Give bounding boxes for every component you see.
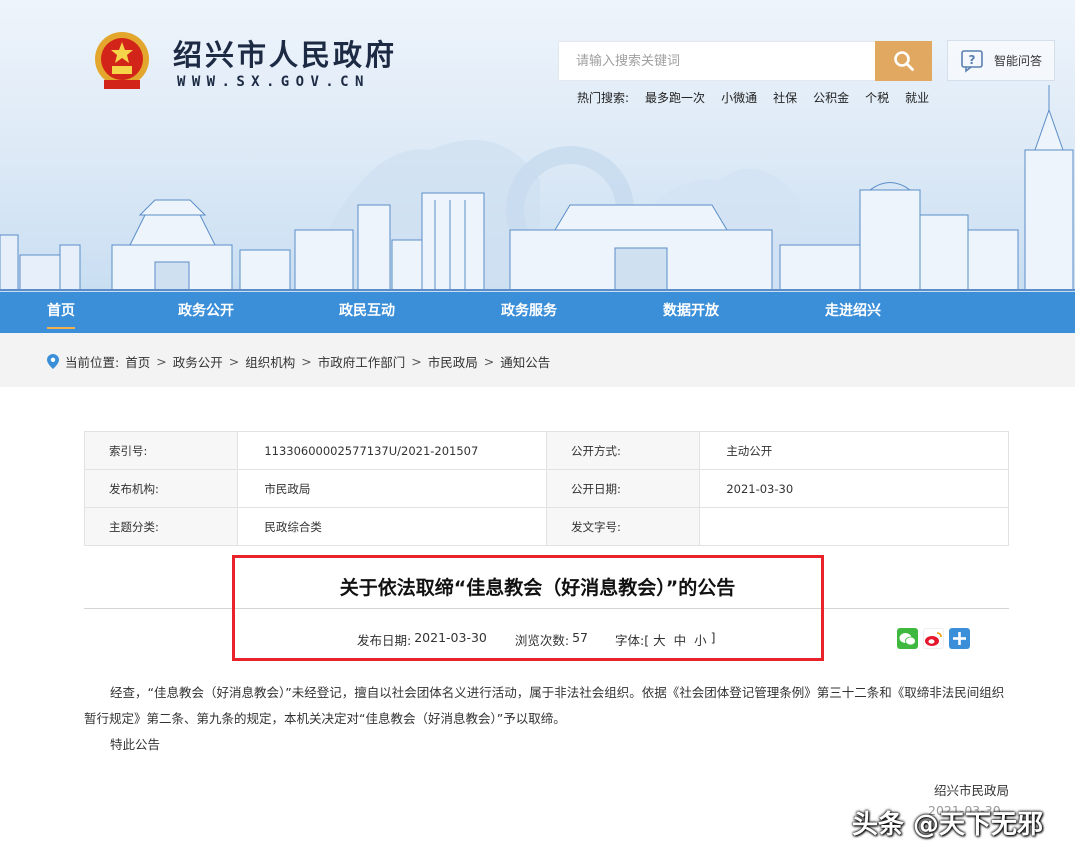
breadcrumb-separator: >: [301, 354, 312, 369]
breadcrumb-item[interactable]: 首页: [125, 352, 150, 371]
info-key: 主题分类:: [83, 507, 239, 546]
question-chat-icon: ?: [961, 49, 983, 73]
breadcrumb-separator: >: [411, 354, 422, 369]
hot-search-label: 热门搜索:: [577, 91, 630, 105]
main-nav: 首页 政务公开 政民互动 政务服务 数据开放 走进绍兴: [0, 292, 1075, 333]
hot-searches: 热门搜索: 最多跑一次 小微通 社保 公积金 个税 就业: [577, 89, 929, 106]
weibo-share-button[interactable]: [923, 628, 944, 649]
breadcrumb: 当前位置: 首页 > 政务公开 > 组织机构 > 市政府工作部门 > 市民政局 …: [47, 352, 550, 371]
search-input[interactable]: [559, 42, 875, 80]
header-banner: 绍兴市人民政府 WWW.SX.GOV.CN ? 智能问答 热门搜索: 最多跑一次…: [0, 0, 1075, 292]
plus-icon: [953, 632, 966, 645]
national-emblem-logo: [95, 32, 149, 89]
breadcrumb-item[interactable]: 组织机构: [245, 352, 295, 371]
breadcrumb-item[interactable]: 政务公开: [173, 352, 223, 371]
nav-home[interactable]: 首页: [47, 292, 75, 333]
info-key: 公开日期:: [545, 469, 701, 508]
search-box: [558, 41, 876, 81]
site-url: WWW.SX.GOV.CN: [177, 74, 370, 90]
info-value-doc-number: [699, 507, 1009, 546]
document-info-table: 索引号: 11330600002577137U/2021-201507 公开方式…: [83, 431, 1009, 546]
smart-qa-button[interactable]: ? 智能问答: [947, 40, 1055, 81]
breadcrumb-item[interactable]: 市政府工作部门: [318, 352, 406, 371]
breadcrumb-separator: >: [156, 354, 167, 369]
hot-search-item[interactable]: 最多跑一次: [645, 89, 705, 106]
nav-interaction[interactable]: 政民互动: [339, 292, 395, 333]
hot-search-item[interactable]: 就业: [905, 89, 929, 106]
info-key: 索引号:: [83, 431, 239, 470]
info-key: 公开方式:: [545, 431, 701, 470]
weibo-icon: [925, 631, 942, 646]
more-share-button[interactable]: [949, 628, 970, 649]
info-value-index: 11330600002577137U/2021-201507: [237, 431, 547, 470]
search-button[interactable]: [875, 41, 932, 81]
wechat-share-button[interactable]: [897, 628, 918, 649]
info-value-date: 2021-03-30: [699, 469, 1009, 508]
nav-services[interactable]: 政务服务: [501, 292, 557, 333]
site-title[interactable]: 绍兴市人民政府: [173, 32, 397, 74]
hot-search-item[interactable]: 个税: [865, 89, 889, 106]
hot-search-item[interactable]: 公积金: [813, 89, 849, 106]
article-signature: 绍兴市民政局: [934, 783, 1010, 798]
table-row: 索引号: 11330600002577137U/2021-201507 公开方式…: [83, 431, 1009, 470]
wechat-icon: [899, 632, 916, 645]
watermark: 头条 @天下无邪: [852, 810, 1044, 840]
table-row: 主题分类: 民政综合类 发文字号:: [83, 507, 1009, 546]
breadcrumb-bar: 当前位置: 首页 > 政务公开 > 组织机构 > 市政府工作部门 > 市民政局 …: [0, 333, 1075, 387]
info-key: 发布机构:: [83, 469, 239, 508]
breadcrumb-item[interactable]: 通知公告: [500, 352, 550, 371]
nav-open-data[interactable]: 数据开放: [663, 292, 719, 333]
article-body: 经查，“佳息教会（好消息教会）”未经登记，擅自以社会团体名义进行活动，属于非法社…: [84, 680, 1014, 758]
hot-search-item[interactable]: 小微通: [721, 89, 757, 106]
search-icon: [893, 51, 914, 71]
breadcrumb-separator: >: [228, 354, 240, 369]
highlight-annotation-box: [232, 555, 824, 661]
info-value-open-method: 主动公开: [699, 431, 1009, 470]
breadcrumb-separator: >: [483, 354, 495, 369]
location-pin-icon: [47, 354, 59, 369]
smart-qa-label: 智能问答: [994, 54, 1043, 68]
breadcrumb-item[interactable]: 市民政局: [428, 352, 478, 371]
nav-government-affairs[interactable]: 政务公开: [178, 292, 234, 333]
nav-about-shaoxing[interactable]: 走进绍兴: [825, 292, 881, 333]
article-paragraph: 经查，“佳息教会（好消息教会）”未经登记，擅自以社会团体名义进行活动，属于非法社…: [84, 685, 1005, 726]
article-paragraph: 特此公告: [110, 737, 161, 752]
info-value-topic: 民政综合类: [237, 507, 547, 546]
info-key: 发文字号:: [545, 507, 701, 546]
hot-search-item[interactable]: 社保: [773, 89, 797, 106]
info-value-org: 市民政局: [237, 469, 547, 508]
svg-text:?: ?: [969, 53, 976, 67]
table-row: 发布机构: 市民政局 公开日期: 2021-03-30: [83, 469, 1009, 508]
breadcrumb-label: 当前位置:: [65, 355, 120, 370]
share-buttons: [897, 628, 970, 649]
